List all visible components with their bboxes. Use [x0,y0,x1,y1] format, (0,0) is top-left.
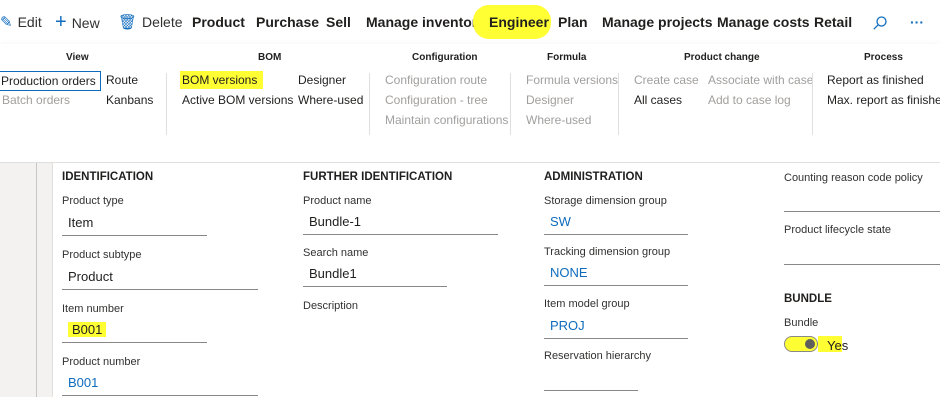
tab-engineer[interactable]: Engineer [489,0,549,44]
production-orders-button[interactable]: Production orders [0,71,101,91]
search-name-field[interactable]: Bundle1 [303,264,447,287]
group-divider [369,73,370,135]
formula-where-used-button[interactable]: Where-used [526,111,591,129]
reservation-hierarchy-field[interactable] [544,390,638,391]
maintain-configurations-button[interactable]: Maintain configurations [385,111,508,129]
group-divider [812,73,813,135]
new-button[interactable]: + New [55,0,100,44]
pencil-icon: ✎ [0,14,13,31]
edit-button[interactable]: ✎ Edit [0,0,42,44]
group-configuration-title: Configuration [412,52,478,63]
group-formula-title: Formula [547,52,587,63]
product-number-label: Product number [62,356,141,368]
tab-sell[interactable]: Sell [326,0,351,44]
bundle-value: Yes [827,338,849,353]
tab-purchase[interactable]: Purchase [256,0,319,44]
item-model-group-label: Item model group [544,298,630,310]
formula-versions-button[interactable]: Formula versions [526,71,618,89]
report-as-finished-button[interactable]: Report as finished [827,71,924,89]
associate-with-case-button[interactable]: Associate with case [708,71,813,89]
search-icon [873,16,887,30]
product-name-label: Product name [303,195,372,207]
storage-dimension-group-link[interactable]: SW [544,212,688,235]
formula-designer-button[interactable]: Designer [526,91,574,109]
item-model-group-link[interactable]: PROJ [544,316,688,339]
delete-button[interactable]: 🗑 Delete [118,0,183,44]
route-button[interactable]: Route [106,71,138,89]
storage-dimension-group-label: Storage dimension group [544,195,667,207]
product-lifecycle-state-field[interactable] [784,264,940,265]
group-view-title: View [66,52,89,63]
counting-reason-code-policy-label: Counting reason code policy [784,172,923,184]
left-border [36,163,37,397]
product-type-label: Product type [62,195,124,207]
identification-header: IDENTIFICATION [62,171,154,183]
group-divider [510,73,511,135]
group-divider [166,73,167,135]
item-number-field[interactable]: B001 [62,320,207,343]
bundle-label: Bundle [784,317,819,329]
create-case-button[interactable]: Create case [634,71,699,89]
product-type-field[interactable]: Item [62,213,207,236]
max-report-as-finished-button[interactable]: Max. report as finished [827,91,940,109]
kanbans-button[interactable]: Kanbans [106,91,153,109]
item-number-value: B001 [68,322,107,337]
bom-where-used-button[interactable]: Where-used [298,91,363,109]
trash-icon: 🗑 [118,14,138,31]
group-divider [618,73,619,135]
tab-retail[interactable]: Retail [814,0,852,44]
bom-versions-button[interactable]: BOM versions [180,71,264,89]
search-name-label: Search name [303,247,369,259]
counting-reason-code-policy-field[interactable] [784,211,940,212]
tab-plan[interactable]: Plan [558,0,588,44]
toggle-knob [805,339,815,349]
add-to-case-log-button[interactable]: Add to case log [708,91,791,109]
configuration-route-button[interactable]: Configuration route [385,71,487,89]
bom-designer-button[interactable]: Designer [298,71,346,89]
more-options-icon[interactable]: ··· [910,0,924,44]
tab-manage-costs[interactable]: Manage costs [717,0,810,44]
administration-header: ADMINISTRATION [544,171,643,183]
tab-product[interactable]: Product [192,0,245,44]
active-bom-versions-button[interactable]: Active BOM versions [182,91,293,109]
tracking-dimension-group-link[interactable]: NONE [544,263,688,286]
product-subtype-field[interactable]: Product [62,267,258,290]
action-pane: ✎ Edit + New 🗑 Delete Product Purchase Sell… [0,0,940,44]
search-button[interactable] [872,0,888,44]
reservation-hierarchy-label: Reservation hierarchy [544,350,651,362]
item-number-label: Item number [62,303,124,315]
bundle-header: BUNDLE [784,293,832,305]
bundle-toggle[interactable] [784,336,818,352]
configuration-tree-button[interactable]: Configuration - tree [385,91,488,109]
description-label: Description [303,300,359,312]
product-number-link[interactable]: B001 [62,373,258,396]
batch-orders-button[interactable]: Batch orders [2,91,70,109]
product-lifecycle-state-label: Product lifecycle state [784,224,891,236]
tracking-dimension-group-label: Tracking dimension group [544,246,671,258]
tab-manage-projects[interactable]: Manage projects [602,0,712,44]
further-identification-header: FURTHER IDENTIFICATION [303,171,453,183]
group-process-title: Process [864,52,903,63]
product-subtype-label: Product subtype [62,249,142,261]
group-bom-title: BOM [258,52,282,63]
group-product-change-title: Product change [684,52,760,63]
product-name-field[interactable]: Bundle-1 [303,212,498,235]
plus-icon: + [55,11,67,33]
tab-manage-inventory[interactable]: Manage inventory [366,0,485,44]
all-cases-button[interactable]: All cases [634,91,682,109]
